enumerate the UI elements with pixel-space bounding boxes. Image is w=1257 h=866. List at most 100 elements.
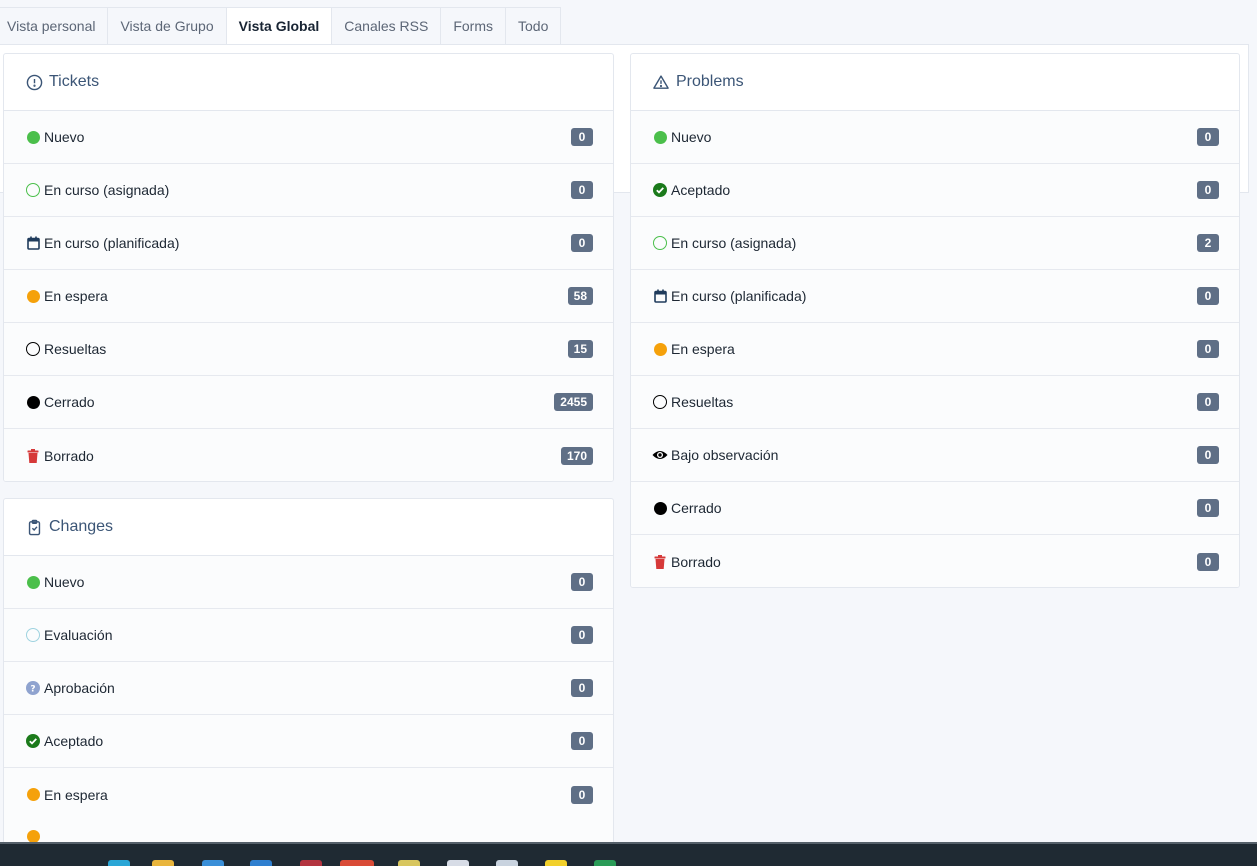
changes-list: Nuevo 0 Evaluación 0? Aprobación 0 Aceptado 0 En… xyxy=(4,556,613,821)
status-label[interactable]: Resueltas xyxy=(671,394,1197,410)
problems-row-aceptado[interactable]: Aceptado 0 xyxy=(631,164,1239,217)
tickets-row-en-curso-asignada[interactable]: En curso (asignada) 0 xyxy=(4,164,613,217)
sticky-notes-icon[interactable] xyxy=(545,860,567,866)
count-badge: 0 xyxy=(571,732,593,750)
black-dot-icon xyxy=(24,393,42,411)
acrobat-icon[interactable] xyxy=(300,860,322,866)
trash-icon xyxy=(24,447,42,465)
tickets-header: Tickets xyxy=(4,54,613,111)
changes-row-aceptado[interactable]: Aceptado 0 xyxy=(4,715,613,768)
app-icon[interactable] xyxy=(398,860,420,866)
app-icon[interactable] xyxy=(447,860,469,866)
status-label[interactable]: Aceptado xyxy=(44,733,571,749)
problems-row-en-curso-asignada[interactable]: En curso (asignada) 2 xyxy=(631,217,1239,270)
orange-dot-icon xyxy=(24,287,42,305)
count-badge: 0 xyxy=(1197,552,1219,571)
green-dot-icon xyxy=(651,128,669,146)
status-label[interactable]: Aceptado xyxy=(671,182,1197,198)
problems-card: Problems Nuevo 0 Aceptado 0 En curso (asigna… xyxy=(630,53,1240,588)
check-circle-icon xyxy=(24,732,42,750)
status-label[interactable]: Nuevo xyxy=(44,574,571,590)
count-badge: 15 xyxy=(567,340,593,358)
status-label[interactable]: En curso (asignada) xyxy=(44,182,571,198)
status-label[interactable]: Resueltas xyxy=(44,341,568,357)
light-blue-circle-outline-icon xyxy=(24,626,42,644)
tab-canales-rss[interactable]: Canales RSS xyxy=(331,7,441,45)
eye-icon xyxy=(651,446,669,464)
count-badge: 0 xyxy=(1197,393,1219,411)
problems-row-nuevo[interactable]: Nuevo 0 xyxy=(631,111,1239,164)
status-label[interactable]: Borrado xyxy=(671,554,1197,570)
problems-header: Problems xyxy=(631,54,1239,111)
orange-dot-icon xyxy=(651,340,669,358)
count-badge: 170 xyxy=(560,446,593,465)
changes-header: Changes xyxy=(4,499,613,556)
count-badge: 0 xyxy=(571,181,593,199)
tab-forms[interactable]: Forms xyxy=(440,7,505,45)
excel-icon[interactable] xyxy=(594,860,616,866)
app-icon[interactable] xyxy=(496,860,518,866)
status-label[interactable]: En curso (asignada) xyxy=(671,235,1197,251)
status-label[interactable]: Cerrado xyxy=(44,394,554,410)
edge-icon[interactable] xyxy=(108,860,130,866)
count-badge: 0 xyxy=(571,679,593,697)
black-dot-icon xyxy=(651,499,669,517)
tab-todo[interactable]: Todo xyxy=(505,7,562,45)
orange-dot-icon xyxy=(24,786,42,804)
problems-row-cerrado[interactable]: Cerrado 0 xyxy=(631,482,1239,535)
calendar-icon xyxy=(24,234,42,252)
os-taskbar xyxy=(0,842,1257,866)
changes-card: Changes Nuevo 0 Evaluación 0? Aprobación 0 Ace… xyxy=(3,498,614,844)
tab-vista-personal[interactable]: Vista personal xyxy=(0,7,108,45)
status-label[interactable]: En curso (planificada) xyxy=(671,288,1197,304)
status-label[interactable]: Nuevo xyxy=(671,129,1197,145)
changes-row-aprobacion[interactable]: ? Aprobación 0 xyxy=(4,662,613,715)
status-label[interactable]: Evaluación xyxy=(44,627,571,643)
problems-row-resueltas[interactable]: Resueltas 0 xyxy=(631,376,1239,429)
changes-row-en-espera[interactable]: En espera 0 xyxy=(4,768,613,821)
tab-vista-global[interactable]: Vista Global xyxy=(225,7,332,45)
exclamation-circle-icon xyxy=(25,73,43,91)
calendar-icon xyxy=(651,287,669,305)
count-badge: 0 xyxy=(571,785,593,804)
problems-row-borrado[interactable]: Borrado 0 xyxy=(631,535,1239,587)
status-label[interactable]: En curso (planificada) xyxy=(44,235,571,251)
app-icon[interactable] xyxy=(250,860,272,866)
warning-triangle-icon xyxy=(652,73,670,91)
count-badge: 0 xyxy=(571,128,593,146)
changes-row-evaluacion[interactable]: Evaluación 0 xyxy=(4,609,613,662)
status-label[interactable]: Nuevo xyxy=(44,129,571,145)
chrome-icon[interactable] xyxy=(340,860,374,866)
count-badge: 2 xyxy=(1197,234,1219,252)
tickets-row-nuevo[interactable]: Nuevo 0 xyxy=(4,111,613,164)
changes-row-nuevo[interactable]: Nuevo 0 xyxy=(4,556,613,609)
status-label[interactable]: Aprobación xyxy=(44,680,571,696)
question-circle-icon: ? xyxy=(24,679,42,697)
status-label[interactable]: En espera xyxy=(671,341,1197,357)
store-icon[interactable] xyxy=(202,860,224,866)
tickets-row-en-espera[interactable]: En espera 58 xyxy=(4,270,613,323)
count-badge: 58 xyxy=(567,287,593,305)
count-badge: 0 xyxy=(1197,446,1219,464)
status-label[interactable]: Borrado xyxy=(44,448,561,464)
status-label[interactable]: Cerrado xyxy=(671,500,1197,516)
tickets-row-en-curso-planificada[interactable]: En curso (planificada) 0 xyxy=(4,217,613,270)
check-circle-icon xyxy=(651,181,669,199)
tickets-row-resueltas[interactable]: Resueltas 15 xyxy=(4,323,613,376)
tickets-row-borrado[interactable]: Borrado 170 xyxy=(4,429,613,481)
problems-row-en-espera[interactable]: En espera 0 xyxy=(631,323,1239,376)
count-badge: 0 xyxy=(1197,499,1219,517)
problems-row-bajo-observacion[interactable]: Bajo observación 0 xyxy=(631,429,1239,482)
tickets-row-cerrado[interactable]: Cerrado 2455 xyxy=(4,376,613,429)
changes-title[interactable]: Changes xyxy=(49,518,113,536)
status-label[interactable]: En espera xyxy=(44,787,571,803)
tickets-title[interactable]: Tickets xyxy=(49,73,99,91)
status-label[interactable]: En espera xyxy=(44,288,568,304)
status-label[interactable]: Bajo observación xyxy=(671,447,1197,463)
problems-title[interactable]: Problems xyxy=(676,73,744,91)
count-badge: 0 xyxy=(1197,340,1219,358)
tab-vista-de-grupo[interactable]: Vista de Grupo xyxy=(107,7,226,45)
count-badge: 0 xyxy=(1197,128,1219,146)
folder-icon[interactable] xyxy=(152,860,174,866)
problems-row-en-curso-planificada[interactable]: En curso (planificada) 0 xyxy=(631,270,1239,323)
